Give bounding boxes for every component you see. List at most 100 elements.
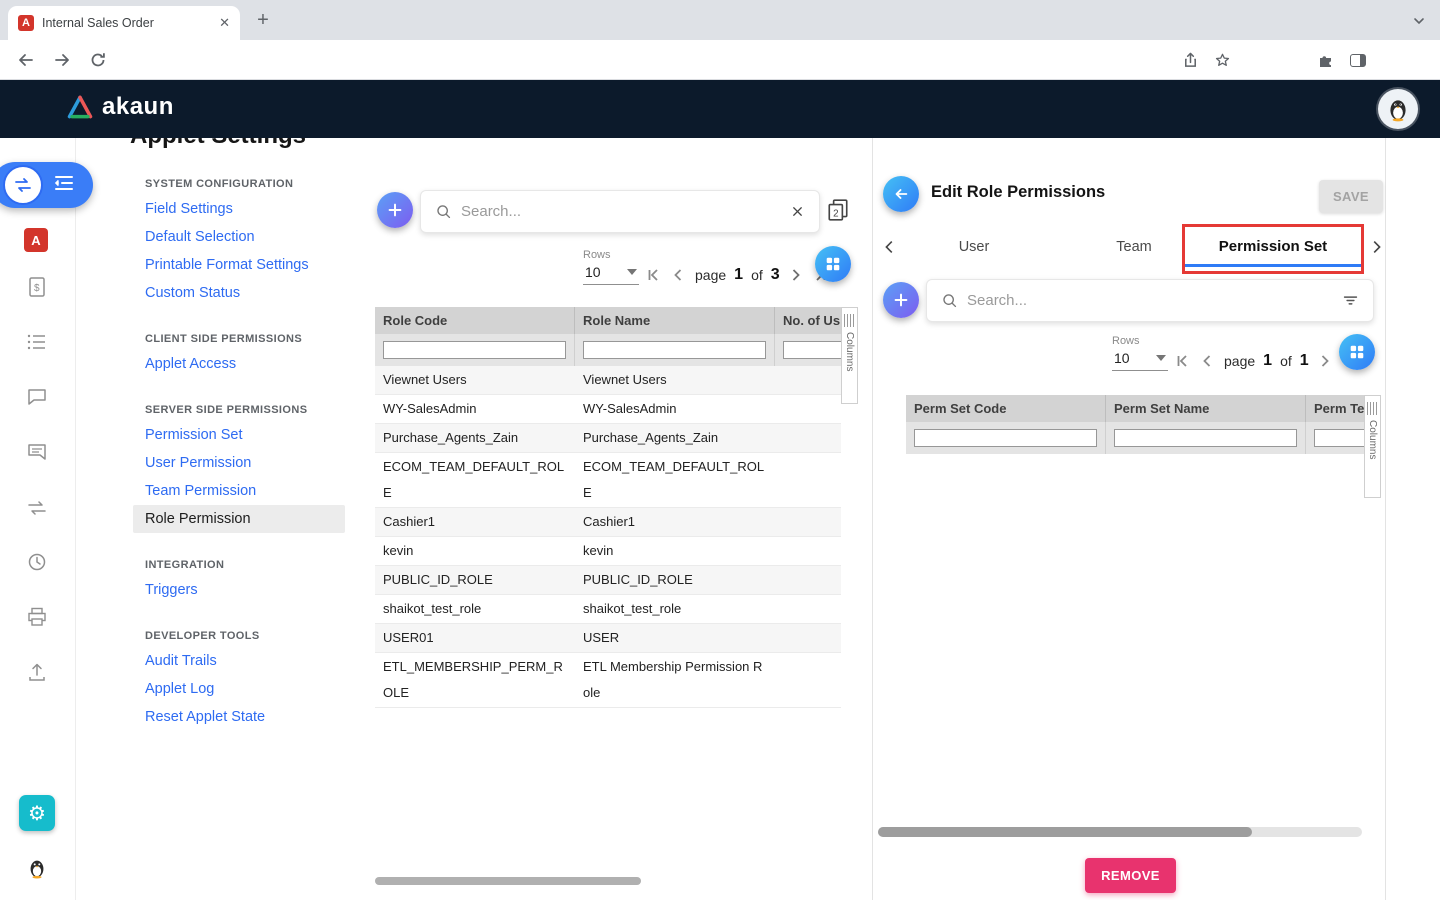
sidebar-item-applet-log[interactable]: Applet Log: [145, 675, 363, 703]
table-row[interactable]: shaikot_test_roleshaikot_test_role: [375, 595, 841, 624]
horizontal-scrollbar[interactable]: [878, 827, 1252, 837]
columns-handle[interactable]: Columns: [841, 307, 858, 404]
pdf-tool-icon[interactable]: A: [24, 228, 48, 252]
no-of-users-filter-input[interactable]: [783, 341, 841, 359]
new-tab-button[interactable]: +: [252, 10, 274, 32]
column-header-role-code[interactable]: Role Code: [375, 307, 575, 334]
search-icon: [435, 203, 452, 220]
sidebar-item-role-permission[interactable]: Role Permission: [133, 505, 345, 533]
sidebar-item-permission-set[interactable]: Permission Set: [145, 421, 363, 449]
prev-page-icon[interactable]: [667, 264, 689, 286]
tab-close-icon[interactable]: ✕: [219, 15, 230, 31]
perm-set-code-filter-input[interactable]: [914, 429, 1097, 447]
list-icon[interactable]: [25, 330, 49, 354]
first-page-icon[interactable]: [1171, 350, 1193, 372]
table-row[interactable]: USER01USER: [375, 624, 841, 653]
notes-icon[interactable]: [25, 440, 49, 464]
penguin-helper-icon[interactable]: [25, 856, 49, 880]
role-table: Role Code Role Name No. of Us Viewnet Us…: [375, 307, 841, 708]
active-tab-underline: [1185, 264, 1361, 267]
sidebar-item-audit-trails[interactable]: Audit Trails: [145, 647, 363, 675]
column-header-perm-template[interactable]: Perm Tem: [1306, 395, 1364, 422]
horizontal-scrollbar[interactable]: [375, 877, 641, 885]
back-button[interactable]: [883, 176, 919, 212]
table-row[interactable]: kevinkevin: [375, 537, 841, 566]
invoice-icon[interactable]: $: [25, 275, 49, 299]
next-page-icon[interactable]: [1314, 350, 1336, 372]
column-grid-button[interactable]: [815, 246, 851, 282]
tab-search-caret-icon[interactable]: [1412, 14, 1426, 33]
table-row[interactable]: ETL_MEMBERSHIP_PERM_ROLEETL Membership P…: [375, 653, 841, 708]
column-header-perm-set-name[interactable]: Perm Set Name: [1106, 395, 1306, 422]
transfer-arrows-icon[interactable]: [25, 496, 49, 520]
akaun-logo[interactable]: akaun: [66, 93, 174, 121]
column-header-no-of-users[interactable]: No. of Us: [775, 307, 841, 334]
bookmark-star-icon[interactable]: [1210, 48, 1234, 72]
sidebar-item-printable-format-settings[interactable]: Printable Format Settings: [145, 251, 363, 279]
side-panel-icon[interactable]: [1346, 48, 1370, 72]
add-permission-set-button[interactable]: [883, 282, 919, 318]
sidebar-item-triggers[interactable]: Triggers: [145, 576, 363, 604]
forward-icon[interactable]: [50, 48, 74, 72]
prev-page-icon[interactable]: [1196, 350, 1218, 372]
perm-template-filter-input[interactable]: [1314, 429, 1364, 447]
dual-pane-icon[interactable]: 2: [826, 198, 850, 227]
table-row[interactable]: Cashier1Cashier1: [375, 508, 841, 537]
remove-button[interactable]: REMOVE: [1085, 858, 1176, 893]
rows-per-page-select[interactable]: 10: [583, 264, 639, 285]
column-header-perm-set-code[interactable]: Perm Set Code: [906, 395, 1106, 422]
share-icon[interactable]: [1178, 48, 1202, 72]
table-row[interactable]: Purchase_Agents_ZainPurchase_Agents_Zain: [375, 424, 841, 453]
floating-widget-pill[interactable]: [0, 162, 93, 208]
printer-icon[interactable]: [25, 605, 49, 629]
browser-tab[interactable]: A Internal Sales Order ✕: [8, 6, 240, 40]
tab-title: Internal Sales Order: [42, 16, 211, 30]
logo-triangle-icon: [66, 94, 94, 120]
extensions-puzzle-icon[interactable]: [1314, 48, 1338, 72]
next-page-icon[interactable]: [785, 264, 807, 286]
sidebar-item-reset-applet-state[interactable]: Reset Applet State: [145, 703, 363, 731]
grip-icon: [844, 314, 855, 327]
sidebar-item-field-settings[interactable]: Field Settings: [145, 195, 363, 223]
permission-search-input[interactable]: [967, 292, 1333, 309]
role-name-filter-input[interactable]: [583, 341, 766, 359]
add-role-button[interactable]: [377, 192, 413, 228]
tab-user[interactable]: User: [899, 232, 1049, 262]
perm-set-name-filter-input[interactable]: [1114, 429, 1297, 447]
filter-icon[interactable]: [1342, 292, 1359, 309]
sidebar-item-team-permission[interactable]: Team Permission: [145, 477, 363, 505]
role-list-panel: 2 Rows 10 page 1 of 3 Role Code Role Nam…: [360, 138, 872, 900]
clear-search-icon[interactable]: [790, 204, 805, 219]
tabs-scroll-left-icon[interactable]: [879, 234, 901, 260]
grid-icon: [1348, 343, 1366, 361]
role-search-input[interactable]: [461, 203, 781, 220]
tabs-scroll-right-icon[interactable]: [1365, 234, 1387, 260]
table-row[interactable]: ECOM_TEAM_DEFAULT_ROLEECOM_TEAM_DEFAULT_…: [375, 453, 841, 508]
chat-icon[interactable]: [25, 385, 49, 409]
sidebar-item-default-selection[interactable]: Default Selection: [145, 223, 363, 251]
pill-menu-icon: [53, 174, 75, 197]
column-grid-button[interactable]: [1339, 334, 1375, 370]
nav-section-heading: INTEGRATION: [145, 559, 363, 571]
tab-favicon: A: [18, 15, 34, 31]
reload-icon[interactable]: [86, 48, 110, 72]
table-row[interactable]: PUBLIC_ID_ROLEPUBLIC_ID_ROLE: [375, 566, 841, 595]
columns-handle[interactable]: Columns: [1364, 395, 1381, 498]
rows-per-page-select[interactable]: 10: [1112, 350, 1168, 371]
table-row[interactable]: Viewnet UsersViewnet Users: [375, 366, 841, 395]
sidebar-item-user-permission[interactable]: User Permission: [145, 449, 363, 477]
sidebar-item-applet-access[interactable]: Applet Access: [145, 350, 363, 378]
table-row[interactable]: WY-SalesAdminWY-SalesAdmin: [375, 395, 841, 424]
role-code-filter-input[interactable]: [383, 341, 566, 359]
user-avatar[interactable]: [1378, 89, 1418, 129]
tab-permission-set[interactable]: Permission Set: [1185, 232, 1361, 262]
first-page-icon[interactable]: [642, 264, 664, 286]
back-icon[interactable]: [14, 48, 38, 72]
upload-icon[interactable]: [25, 660, 49, 684]
history-clock-icon[interactable]: [25, 550, 49, 574]
save-button[interactable]: SAVE: [1319, 180, 1383, 213]
role-pagination: page 1 of 3: [642, 264, 832, 286]
column-header-role-name[interactable]: Role Name: [575, 307, 775, 334]
sidebar-item-custom-status[interactable]: Custom Status: [145, 279, 363, 307]
settings-gear-button[interactable]: ⚙: [19, 795, 55, 831]
